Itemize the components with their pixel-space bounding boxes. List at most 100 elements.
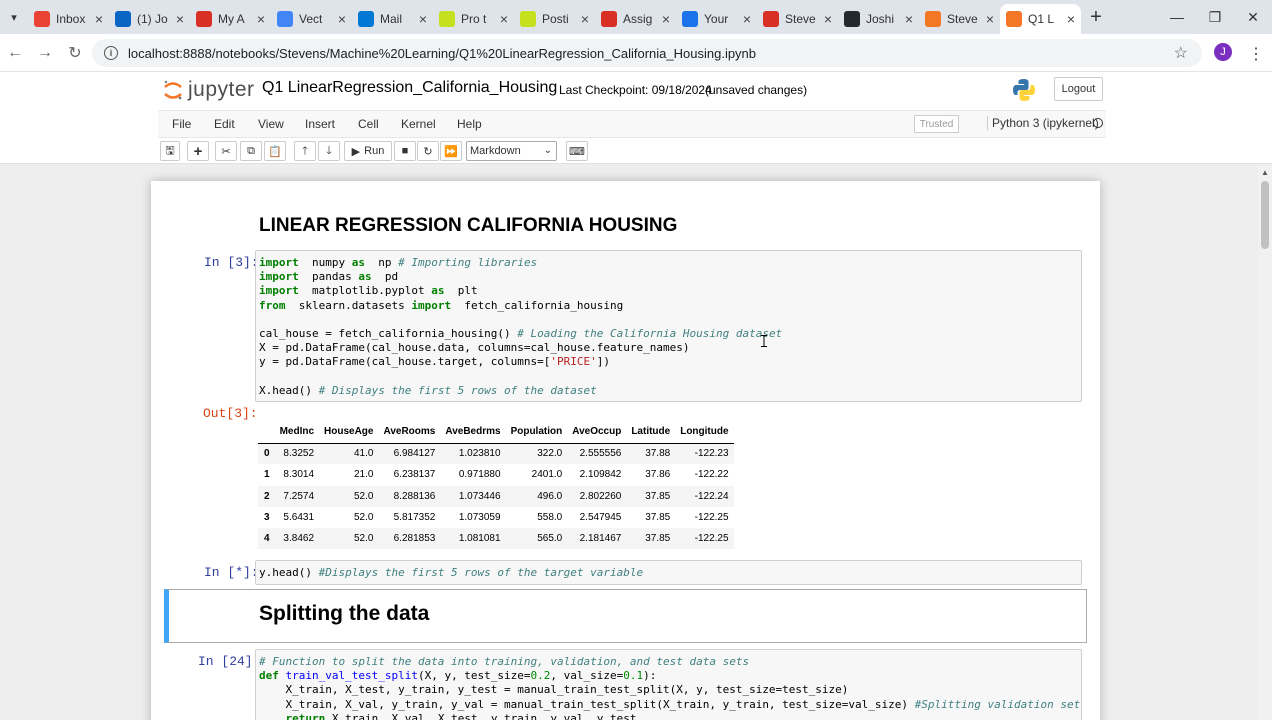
tab-close-icon[interactable]: ×: [338, 11, 346, 27]
browser-tab[interactable]: Pro t ×: [433, 4, 514, 34]
code-cell-yhead[interactable]: y.head() #Displays the first 5 rows of t…: [255, 560, 1082, 585]
browser-tab[interactable]: Steve ×: [757, 4, 838, 34]
copy-icon[interactable]: ⧉: [240, 141, 262, 161]
close-window-icon[interactable]: ✕: [1234, 0, 1272, 34]
code-token: as: [358, 270, 372, 284]
tab-label: Inbox: [56, 12, 86, 26]
trusted-indicator[interactable]: Trusted: [914, 115, 959, 133]
browser-tab[interactable]: My A ×: [190, 4, 271, 34]
cell-type-select[interactable]: Markdown ⌄: [466, 141, 557, 161]
menu-cell[interactable]: Cell: [358, 117, 379, 131]
restore-icon[interactable]: ❐: [1196, 0, 1234, 34]
bookmark-star-icon[interactable]: ☆: [1174, 43, 1188, 63]
browser-tab[interactable]: Posti ×: [514, 4, 595, 34]
run-button[interactable]: ▶ Run: [344, 141, 392, 161]
table-cell: 2.547945: [579, 512, 622, 524]
scroll-up-icon[interactable]: ▲: [1261, 168, 1269, 177]
code-token: X_train, X_val, X_test, y_train, y_val, …: [325, 711, 637, 720]
tab-close-icon[interactable]: ×: [986, 11, 994, 27]
gmail-icon: [34, 11, 50, 27]
jupyter-logo[interactable]: jupyter: [162, 78, 255, 102]
back-icon[interactable]: ←: [0, 38, 30, 68]
scrollbar-thumb[interactable]: [1261, 181, 1269, 249]
site-info-icon[interactable]: i: [104, 46, 118, 60]
row-index: 0: [264, 448, 270, 460]
move-up-icon[interactable]: 🡑: [294, 141, 316, 161]
forward-icon[interactable]: →: [30, 38, 60, 68]
browser-tab[interactable]: Q1 L ×: [1000, 4, 1081, 34]
column-header: AveOccup: [567, 421, 627, 444]
insert-cell-icon[interactable]: +: [187, 141, 209, 161]
table-cell: 6.984127: [393, 448, 436, 460]
tab-close-icon[interactable]: ×: [905, 11, 913, 27]
vertical-scrollbar[interactable]: ▲: [1258, 165, 1272, 720]
text-cursor-icon: [761, 335, 767, 347]
browser-tab[interactable]: Mail ×: [352, 4, 433, 34]
table-cell: 37.85: [645, 490, 671, 502]
tab-label: Vect: [299, 12, 323, 26]
tab-list: Inbox × (1) Jo × My A × Vect × Mail × Pro t × Posti ×…: [28, 0, 1081, 34]
kernel-status-icon: [1093, 118, 1103, 128]
notebook-name[interactable]: Q1 LinearRegression_California_Housing: [262, 79, 557, 97]
tab-close-icon[interactable]: ×: [743, 11, 751, 27]
code-cell-imports[interactable]: import numpy as np # Importing libraries…: [255, 250, 1082, 402]
browser-tab[interactable]: Your ×: [676, 4, 757, 34]
tab-close-icon[interactable]: ×: [662, 11, 670, 27]
browser-tab[interactable]: Joshi ×: [838, 4, 919, 34]
menu-file[interactable]: File: [172, 117, 191, 131]
table-row: 3 5.6431 52.0 5.817352 1.073059 558.0 2.547945…: [258, 507, 734, 528]
code-token: X_train, X_val, y_train, y_val = manual_…: [259, 697, 915, 711]
code-token: #Splitting validation set: [914, 697, 1081, 711]
table-cell: 37.88: [645, 448, 671, 460]
tab-close-icon[interactable]: ×: [257, 11, 265, 27]
browser-tab[interactable]: (1) Jo ×: [109, 4, 190, 34]
cut-icon[interactable]: ✂: [215, 141, 237, 161]
browser-menu-icon[interactable]: ⋮: [1248, 44, 1264, 64]
menu-help[interactable]: Help: [457, 117, 482, 131]
reload-icon[interactable]: ↻: [60, 38, 90, 68]
interrupt-icon[interactable]: ■: [394, 141, 416, 161]
tab-close-icon[interactable]: ×: [500, 11, 508, 27]
paste-icon[interactable]: 📋: [264, 141, 286, 161]
menu-insert[interactable]: Insert: [305, 117, 335, 131]
table-cell: 0.971880: [458, 469, 501, 481]
tab-close-icon[interactable]: ×: [176, 11, 184, 27]
move-down-icon[interactable]: 🡓: [318, 141, 340, 161]
kernel-name[interactable]: Python 3 (ipykernel): [987, 116, 1099, 130]
tab-close-icon[interactable]: ×: [1067, 11, 1075, 27]
url-field[interactable]: i localhost:8888/notebooks/Stevens/Machi…: [92, 39, 1202, 67]
tab-close-icon[interactable]: ×: [95, 11, 103, 27]
table-cell: 565.0: [537, 533, 563, 545]
logout-button[interactable]: Logout: [1054, 77, 1103, 101]
table-cell: 2401.0: [531, 469, 563, 481]
column-header: [258, 421, 275, 444]
table-cell: 1.073059: [458, 512, 501, 524]
column-header: HouseAge: [319, 421, 379, 444]
markdown-cell-selected[interactable]: Splitting the data: [164, 589, 1087, 643]
menu-kernel[interactable]: Kernel: [401, 117, 436, 131]
new-tab-button[interactable]: +: [1081, 0, 1111, 34]
minimize-icon[interactable]: —: [1158, 0, 1196, 34]
tab-close-icon[interactable]: ×: [419, 11, 427, 27]
profile-avatar[interactable]: J: [1214, 43, 1232, 61]
command-palette-icon[interactable]: ⌨: [566, 141, 588, 161]
browser-tab[interactable]: Vect ×: [271, 4, 352, 34]
notebook-area: LINEAR REGRESSION CALIFORNIA HOUSING In …: [0, 165, 1258, 720]
menu-view[interactable]: View: [258, 117, 284, 131]
save-icon[interactable]: 🖫: [160, 141, 180, 161]
table-cell: 3.8462: [283, 533, 315, 545]
table-cell: 2.555556: [579, 448, 622, 460]
row-index: 3: [264, 512, 270, 524]
tab-search-menu-icon[interactable]: ▾: [0, 0, 28, 34]
browser-tab[interactable]: Assig ×: [595, 4, 676, 34]
browser-tab[interactable]: Steve ×: [919, 4, 1000, 34]
code-cell-split[interactable]: # Function to split the data into traini…: [255, 649, 1082, 720]
tab-close-icon[interactable]: ×: [581, 11, 589, 27]
menu-edit[interactable]: Edit: [214, 117, 235, 131]
restart-icon[interactable]: ↻: [417, 141, 439, 161]
code-line: import numpy as np # Importing libraries: [259, 256, 1078, 270]
jupyter-logo-text: jupyter: [188, 78, 255, 101]
browser-tab[interactable]: Inbox ×: [28, 4, 109, 34]
tab-close-icon[interactable]: ×: [824, 11, 832, 27]
restart-run-all-icon[interactable]: ⏩: [440, 141, 462, 161]
